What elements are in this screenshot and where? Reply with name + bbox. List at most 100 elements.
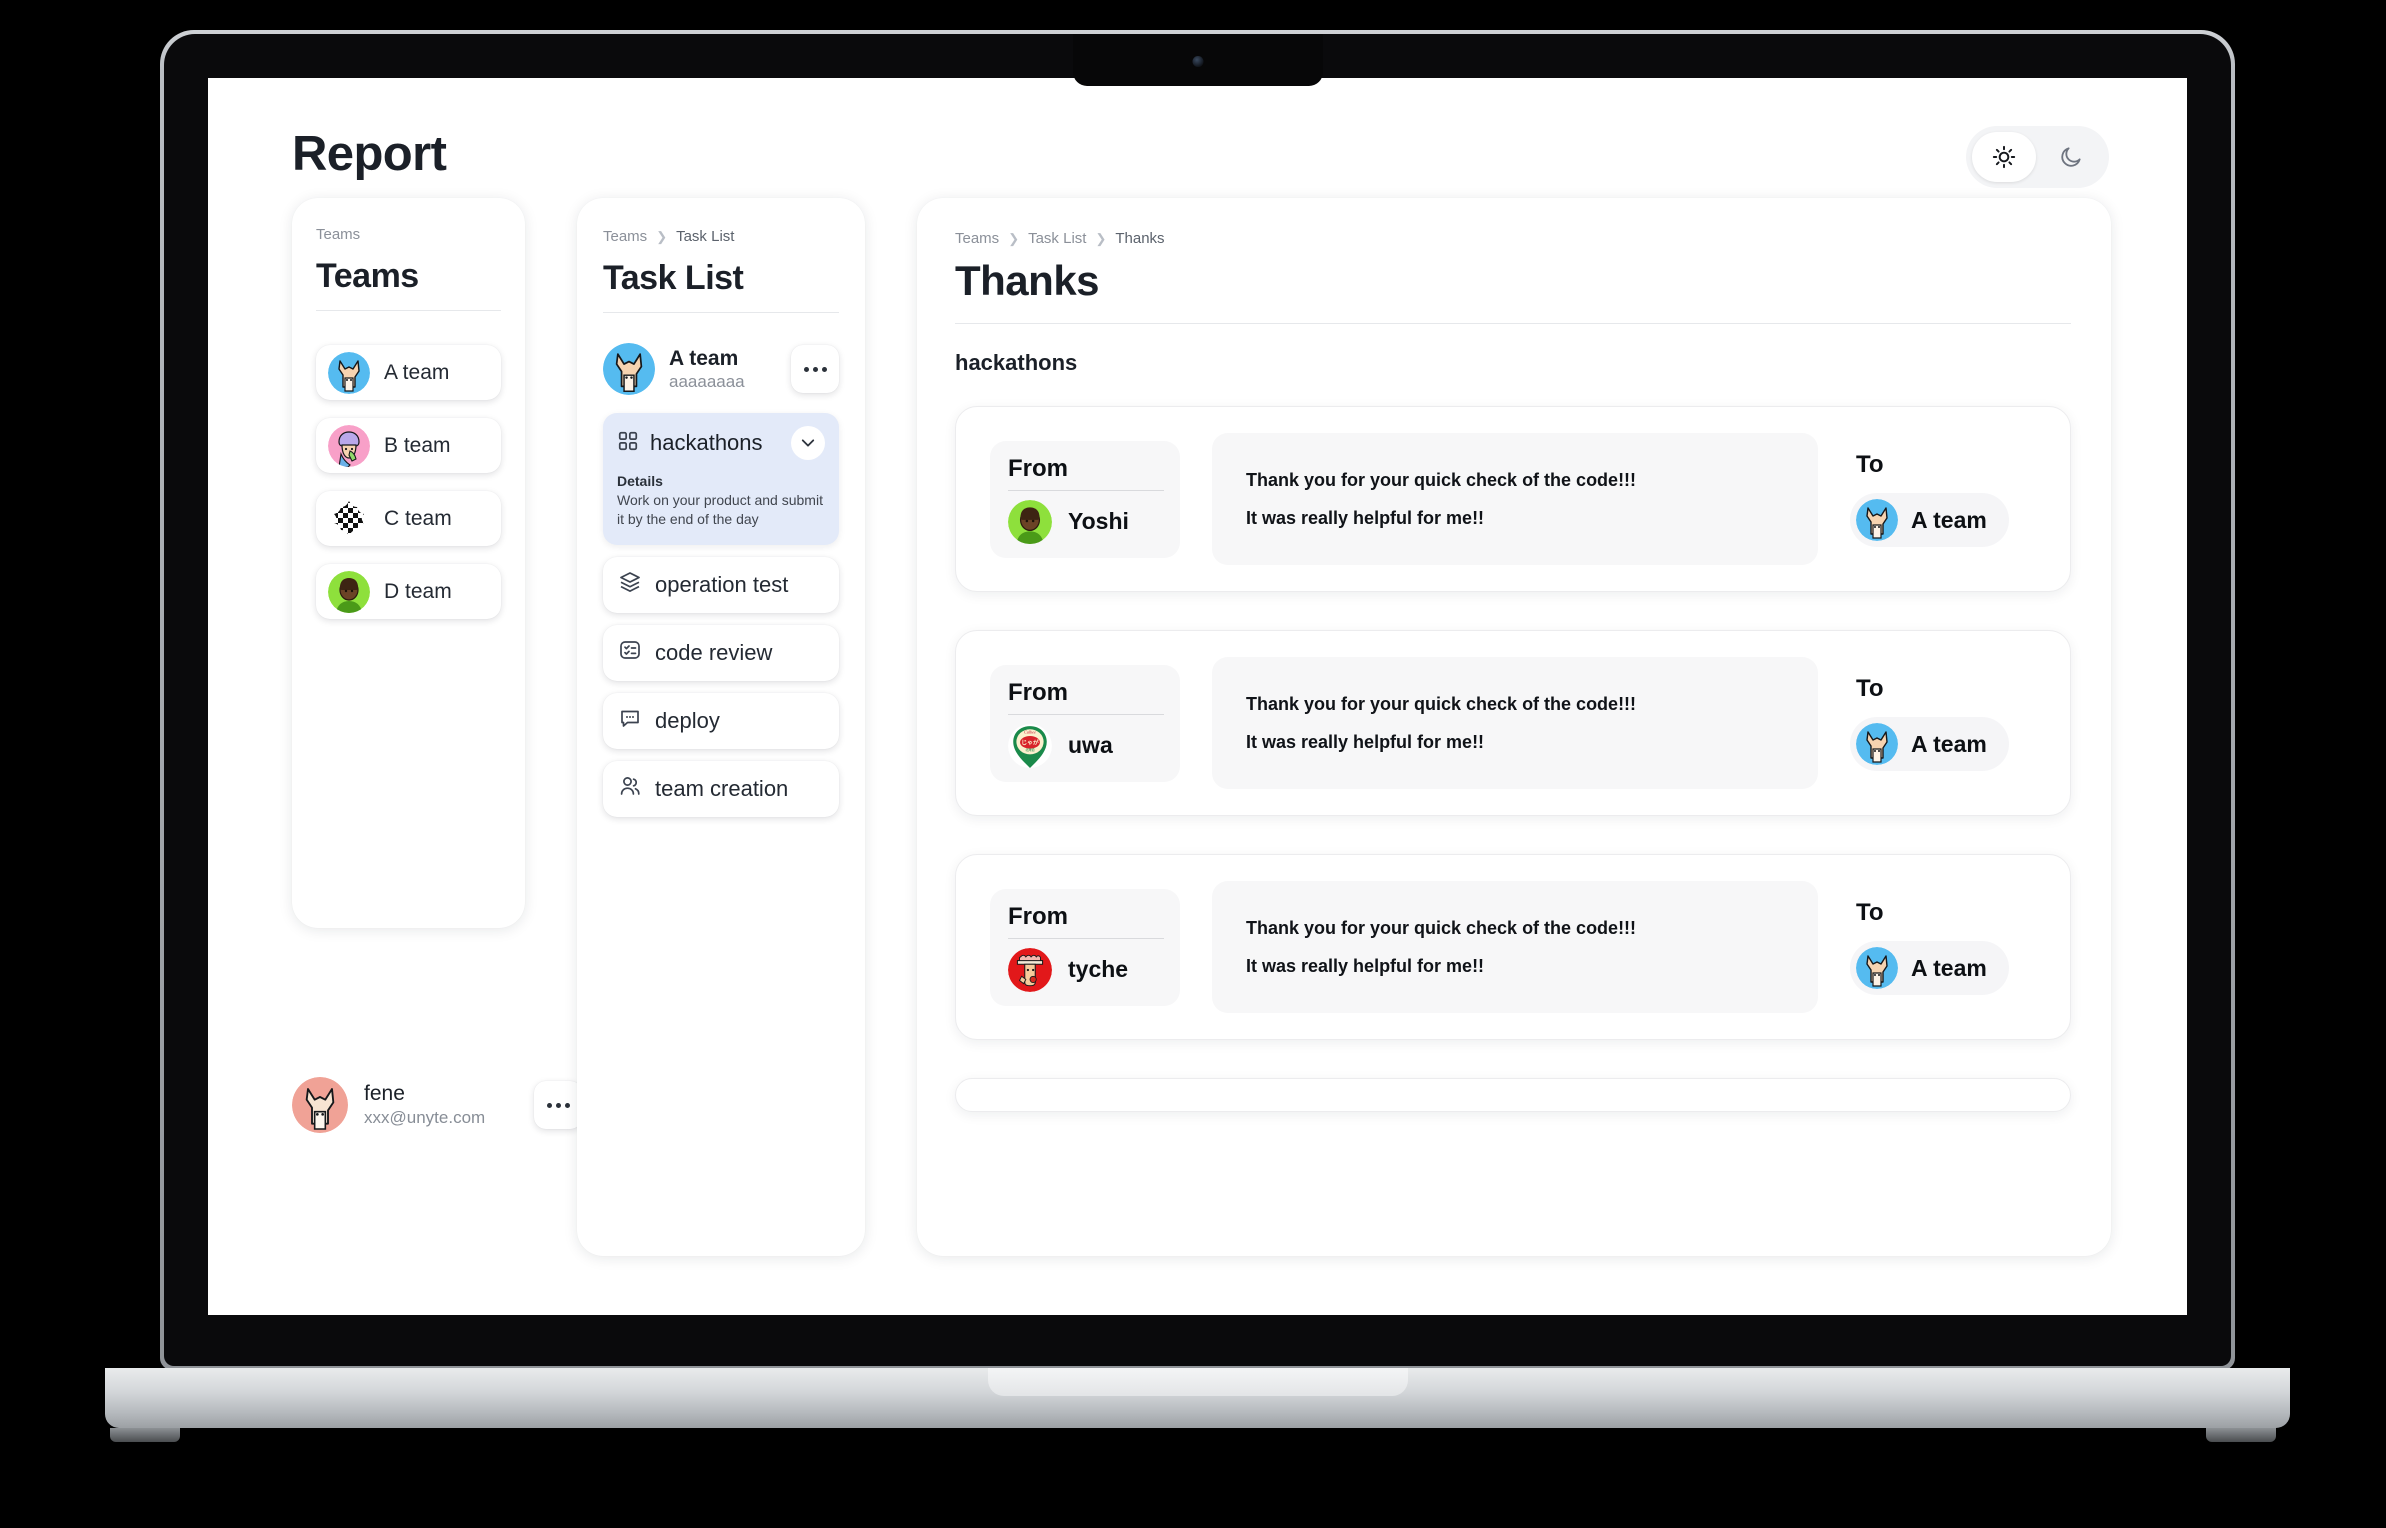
red-mascot-avatar	[1008, 947, 1052, 992]
to-name: A team	[1911, 730, 1987, 757]
breadcrumb-item[interactable]: Teams	[316, 226, 360, 243]
team-item-c[interactable]: C team	[316, 491, 501, 546]
page-title: Report	[292, 127, 447, 181]
from-box: From	[990, 888, 1180, 1006]
teams-title: Teams	[316, 257, 419, 295]
divider	[1008, 937, 1164, 939]
message-line: Thank you for your quick check of the co…	[1246, 917, 1637, 938]
team-item-label: D team	[384, 579, 452, 603]
thanks-card[interactable]: From	[955, 630, 2071, 816]
from-label: From	[1008, 678, 1068, 706]
svg-text:北海道: 北海道	[1025, 747, 1034, 752]
section-label: hackathons	[955, 350, 1078, 375]
ellipsis-dot	[803, 366, 809, 372]
to-label: To	[1856, 899, 1884, 926]
alpaca-salmon-avatar	[292, 1077, 348, 1133]
task-item-operation-test[interactable]: operation test	[603, 556, 839, 613]
team-item-label: C team	[384, 506, 452, 530]
message-line: Thank you for your quick check of the co…	[1246, 693, 1637, 714]
task-list-panel: Teams ❯ Task List Task List A team aaaaa…	[577, 198, 865, 1256]
thanks-card[interactable]: From	[955, 854, 2071, 1040]
breadcrumb-item[interactable]: Teams	[955, 230, 999, 247]
task-item-label: operation test	[655, 571, 789, 597]
message-line: It was really helpful for me!!	[1246, 955, 1485, 976]
from-box: From	[990, 664, 1180, 782]
message-dots-icon	[618, 706, 642, 735]
from-label: From	[1008, 902, 1068, 930]
breadcrumb-item[interactable]: Thanks	[1115, 230, 1164, 247]
task-item-deploy[interactable]: deploy	[603, 692, 839, 749]
users-icon	[618, 774, 642, 803]
laptop-base-notch	[987, 1368, 1408, 1396]
app-root: Report Teams Teams A team B team C team …	[208, 78, 2187, 1315]
to-recipient[interactable]: A team	[1850, 493, 2009, 547]
app-header: Report	[208, 78, 2187, 198]
to-box: To A team	[1850, 899, 2036, 995]
to-name: A team	[1911, 954, 1987, 981]
task-team-meta: A team aaaaaaaa	[669, 347, 745, 392]
to-label: To	[1856, 451, 1884, 478]
chevron-down-icon[interactable]	[791, 426, 825, 460]
thanks-card-list: From Yoshi Thank you for your quick chec…	[955, 406, 2071, 1112]
divider	[955, 323, 2071, 324]
grid-icon	[617, 430, 639, 457]
task-expanded-header: hackathons	[617, 426, 825, 460]
team-item-label: A team	[384, 360, 450, 384]
message-box: Thank you for your quick check of the co…	[1212, 881, 1818, 1013]
breadcrumb-item[interactable]: Teams	[603, 228, 647, 245]
message-box: Thank you for your quick check of the co…	[1212, 433, 1818, 565]
ellipsis-dot	[555, 1102, 561, 1108]
laptop-foot-right	[2206, 1428, 2276, 1442]
theme-toggle[interactable]	[1966, 126, 2109, 188]
teams-panel: Teams Teams A team B team C team D team …	[292, 198, 582, 1133]
divider	[316, 310, 501, 311]
laptop-screen-bezel: Report Teams Teams A team B team C team …	[164, 34, 2231, 1366]
theme-light-button[interactable]	[1972, 132, 2036, 182]
chevron-right-icon: ❯	[1095, 230, 1107, 246]
breadcrumb-item[interactable]: Task List	[1028, 230, 1086, 247]
team-item-b[interactable]: B team	[316, 418, 501, 473]
columns: Teams Teams A team B team C team D team …	[208, 198, 2187, 1315]
message-line: It was really helpful for me!!	[1246, 731, 1485, 752]
ellipsis-dot	[546, 1102, 552, 1108]
message-line: Thank you for your quick check of the co…	[1246, 469, 1637, 490]
thanks-card-partial[interactable]	[955, 1078, 2071, 1112]
thanks-card[interactable]: From	[955, 406, 2071, 592]
divider	[1008, 713, 1164, 715]
from-label: From	[1008, 454, 1068, 482]
theme-dark-button[interactable]	[2040, 132, 2104, 182]
breadcrumb-item[interactable]: Task List	[676, 228, 734, 245]
task-item-code-review[interactable]: code review	[603, 624, 839, 681]
ellipsis-dot	[812, 366, 818, 372]
chevron-right-icon: ❯	[656, 228, 668, 244]
to-name: A team	[1911, 506, 1987, 533]
to-recipient[interactable]: A team	[1850, 717, 2009, 771]
to-recipient[interactable]: A team	[1850, 941, 2009, 995]
from-name: tyche	[1068, 956, 1129, 982]
screenshot-stage: Report Teams Teams A team B team C team …	[0, 0, 2386, 1528]
team-item-a[interactable]: A team	[316, 345, 501, 400]
task-item-hackathons[interactable]: hackathons Details Work on your product …	[603, 413, 839, 545]
task-item-team-creation[interactable]: team creation	[603, 760, 839, 817]
task-item-label: code review	[655, 639, 773, 665]
from-sender: Calbee じゃが 北海道 uwa	[1008, 723, 1164, 768]
task-item-label: team creation	[655, 775, 789, 801]
webcam-notch	[1072, 34, 1323, 86]
from-sender: Yoshi	[1008, 499, 1164, 544]
user-profile-row[interactable]: fene xxx@unyte.com	[292, 1077, 582, 1133]
user-menu-button[interactable]	[534, 1081, 582, 1129]
svg-text:Calbee: Calbee	[1024, 729, 1036, 734]
main-breadcrumb: Teams ❯ Task List ❯ Thanks	[955, 230, 2071, 247]
user-email: xxx@unyte.com	[364, 1108, 486, 1127]
ellipsis-dot	[821, 366, 827, 372]
checklist-icon	[618, 638, 642, 667]
team-item-d[interactable]: D team	[316, 564, 501, 619]
from-name: Yoshi	[1068, 508, 1129, 534]
svg-text:じゃが: じゃが	[1021, 738, 1039, 746]
user-name: fene	[364, 1082, 405, 1105]
from-name: uwa	[1068, 732, 1113, 758]
task-team-sub: aaaaaaaa	[669, 371, 745, 391]
task-team-menu-button[interactable]	[791, 345, 839, 393]
ellipsis-dot	[564, 1102, 570, 1108]
checker-black-avatar	[328, 498, 370, 540]
